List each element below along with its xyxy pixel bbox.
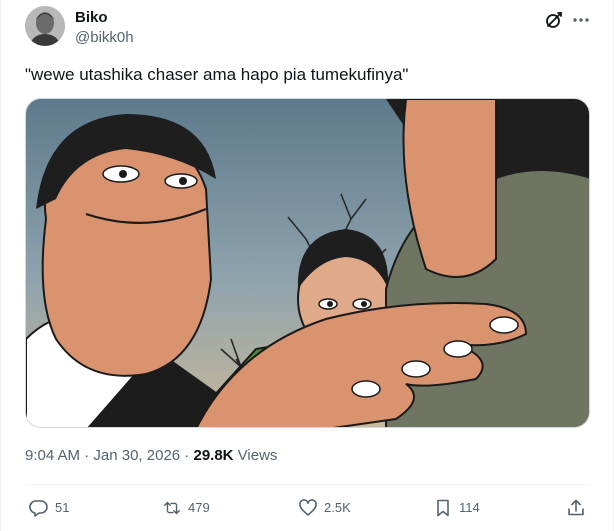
repost-count: 479 — [188, 500, 210, 515]
tweet-time[interactable]: 9:04 AM — [25, 447, 80, 464]
meta-separator: · — [80, 447, 94, 464]
meta-separator: · — [180, 447, 194, 464]
bookmark-count: 114 — [459, 500, 480, 515]
avatar[interactable] — [25, 6, 65, 46]
tweet-card: Biko @bikk0h "wewe utashika chaser ama h… — [0, 0, 614, 531]
heart-icon — [298, 498, 318, 518]
bookmark-icon — [433, 498, 453, 518]
repost-icon — [162, 498, 182, 518]
tweet-media-image[interactable] — [25, 98, 590, 428]
like-count: 2.5K — [324, 500, 351, 515]
grok-button[interactable] — [542, 8, 566, 32]
more-button[interactable] — [569, 8, 593, 32]
grok-icon — [546, 12, 562, 28]
repost-button[interactable]: 479 — [162, 497, 210, 519]
reply-count: 51 — [55, 500, 70, 515]
author-handle[interactable]: @bikk0h — [75, 29, 134, 47]
divider — [25, 484, 590, 485]
more-icon — [573, 18, 589, 22]
reply-button[interactable]: 51 — [29, 497, 69, 519]
bookmark-button[interactable]: 114 — [433, 497, 480, 519]
tweet-text: "wewe utashika chaser ama hapo pia tumek… — [25, 65, 409, 84]
share-button[interactable] — [566, 497, 586, 519]
author-display-name[interactable]: Biko — [75, 9, 108, 27]
tweet-metadata: 9:04 AM · Jan 30, 2026 · 29.8K Views — [25, 447, 277, 465]
tweet-date[interactable]: Jan 30, 2026 — [93, 447, 180, 464]
like-button[interactable]: 2.5K — [298, 497, 351, 519]
reply-icon — [29, 498, 49, 518]
share-icon — [566, 498, 586, 518]
views-count: 29.8K — [193, 447, 234, 464]
views-label: Views — [233, 447, 278, 464]
